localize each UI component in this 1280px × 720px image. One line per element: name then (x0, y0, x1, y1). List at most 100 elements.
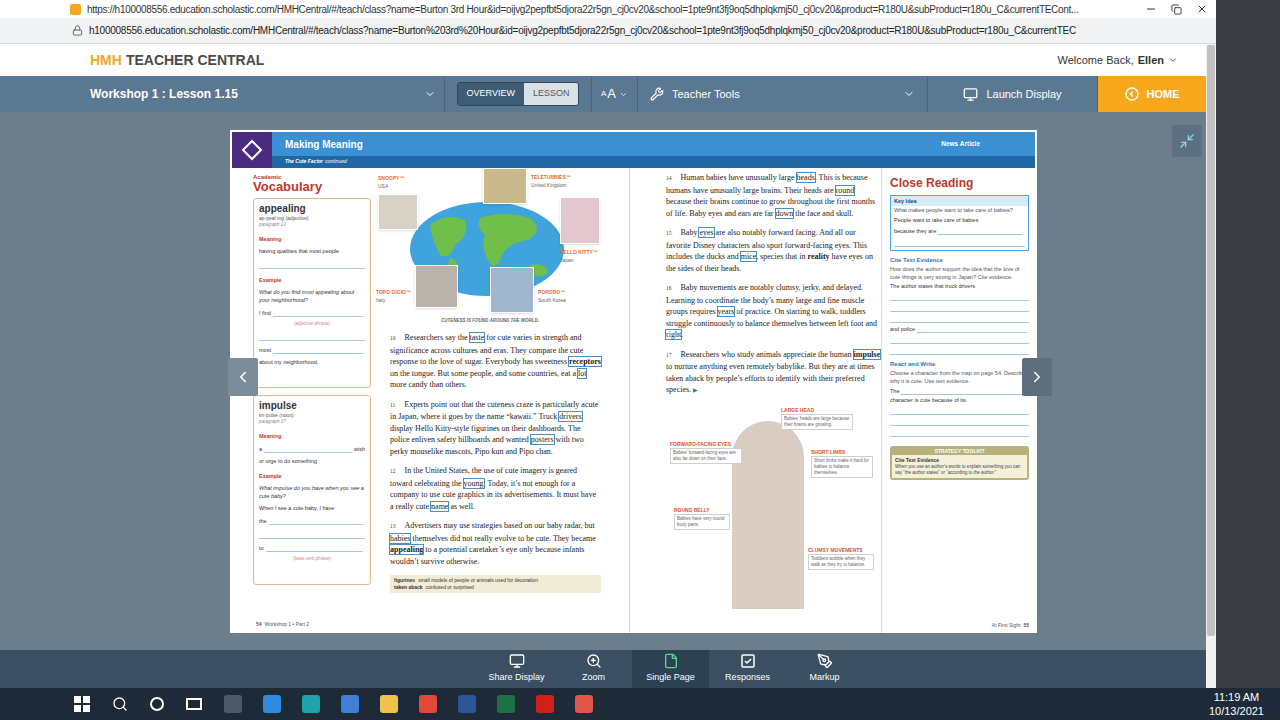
address-bar[interactable]: h100008556.education.scholastic.com/HMHC… (0, 18, 1216, 44)
answer-line[interactable] (890, 405, 1029, 415)
back-circle-icon (1125, 87, 1139, 101)
fill-in-row[interactable]: most (259, 345, 365, 354)
excel-icon[interactable] (497, 695, 515, 713)
annotated-word[interactable]: mice (741, 252, 757, 261)
clock[interactable]: 11:19 AM10/13/2021 (1209, 690, 1264, 718)
toolbar-button[interactable]: Zoom (555, 650, 632, 688)
answer-line[interactable] (890, 291, 1029, 301)
annotated-word[interactable]: heads (797, 173, 815, 182)
text-run: Researchers say the (405, 333, 470, 342)
toolbar-button[interactable]: Single Page (632, 650, 709, 688)
annotated-word[interactable]: young (464, 479, 484, 488)
toolbar-button[interactable]: Share Display (478, 650, 555, 688)
caret-icon (1168, 55, 1178, 65)
view-toggle-option[interactable]: LESSON (524, 83, 579, 105)
home-button[interactable]: HOME (1098, 76, 1206, 112)
character-photo (560, 197, 600, 244)
row-text: People want to take care of babies (894, 216, 1025, 224)
app-icon[interactable] (575, 695, 593, 713)
text-size-button[interactable]: AA (592, 76, 638, 112)
annotated-word[interactable]: drivers (559, 412, 581, 421)
answer-hint: (base verb phrase) (259, 556, 365, 562)
annotated-word[interactable]: posters (531, 435, 554, 444)
browser-icon[interactable] (263, 695, 281, 713)
annotated-word[interactable]: name (431, 502, 448, 511)
annotated-word[interactable]: lot (578, 369, 586, 378)
close-icon[interactable] (1196, 3, 1208, 15)
monitor-icon (963, 87, 978, 102)
article-paragraph: 10Researchers say the taste for cute var… (390, 332, 601, 391)
annotated-word[interactable]: appealing (390, 545, 423, 554)
fill-in-row[interactable]: to (259, 543, 365, 552)
user-menu[interactable]: Welcome Back,Ellen (1057, 52, 1178, 69)
answer-line[interactable] (890, 416, 1029, 426)
annotated-word[interactable]: eyes (699, 228, 713, 237)
acrobat-icon[interactable] (536, 695, 554, 713)
folder-icon[interactable] (380, 695, 398, 713)
restore-icon[interactable] (1171, 4, 1182, 15)
annotated-word[interactable]: receptors (569, 357, 601, 366)
diamond-logo-icon (241, 139, 263, 161)
mail-icon[interactable] (341, 695, 359, 713)
chevron-left-icon (234, 368, 252, 386)
toolbar-button[interactable]: Responses (709, 650, 786, 688)
example-prompt: What do you find most appealing about yo… (259, 288, 365, 304)
fill-in-row[interactable]: and police (890, 324, 1029, 333)
book-spread: Making MeaningNews ArticleThe Cute Facto… (230, 130, 1037, 633)
windows-start-icon[interactable] (74, 696, 90, 712)
cortana-icon[interactable] (150, 697, 164, 711)
text-run: on the tongue. But some people, and some… (390, 369, 578, 378)
store-icon[interactable] (224, 695, 242, 713)
address-text[interactable]: h100008556.education.scholastic.com/HMHC… (89, 23, 1208, 38)
answer-line[interactable] (890, 427, 1029, 437)
fill-in-row[interactable]: because they are (894, 226, 1025, 235)
scrollbar-thumb[interactable] (1207, 45, 1215, 636)
teacher-tools-menu[interactable]: Teacher Tools (638, 76, 928, 112)
character-map: SNOOPY™USATELETUBBIES™United KingdomHELL… (375, 168, 605, 328)
view-toggle-option[interactable]: OVERVIEW (458, 83, 524, 105)
scrollbar[interactable] (1206, 44, 1216, 688)
text-run: more candy than others. (390, 380, 467, 389)
answer-line[interactable] (890, 302, 1029, 312)
annotated-word[interactable]: impulse (854, 350, 881, 359)
lesson-selector[interactable]: Workshop 1 : Lesson 1.15 (0, 76, 445, 112)
answer-line[interactable] (259, 529, 365, 539)
task-view-icon[interactable] (186, 698, 202, 710)
row-text: When I see a cute baby, I have (259, 504, 365, 512)
answer-line[interactable] (890, 334, 1029, 344)
word-icon[interactable] (458, 695, 476, 713)
answer-line[interactable] (890, 313, 1029, 323)
logo[interactable]: HMHTEACHER CENTRAL (90, 50, 264, 71)
collapse-button[interactable] (1172, 125, 1202, 157)
map-pin-label: HELLO KITTY™Japan (560, 248, 598, 264)
fill-in-row[interactable]: the (259, 516, 365, 525)
answer-line[interactable] (259, 331, 365, 341)
annotated-word[interactable]: years (718, 307, 735, 316)
annotated-word[interactable]: down (776, 209, 794, 218)
paragraph-number: 11 (390, 402, 395, 408)
fill-in-row[interactable]: awish (259, 444, 365, 453)
toolbar-button[interactable]: Markup (786, 650, 863, 688)
fill-in-row[interactable]: The (890, 386, 1029, 395)
answer-line[interactable] (894, 237, 1025, 247)
figure-callout: ROUND BELLYBabies have very round body p… (674, 507, 730, 530)
annotated-word[interactable]: taste (470, 333, 485, 342)
wrench-icon (650, 87, 664, 101)
article-paragraph: 17Researchers who study animals apprecia… (666, 349, 881, 397)
annotated-word[interactable]: babies (390, 534, 410, 543)
search-icon[interactable] (112, 696, 128, 712)
previous-page-button[interactable] (228, 358, 258, 396)
question-prompt: How does the author support the idea tha… (890, 265, 1029, 281)
launch-display-button[interactable]: Launch Display (928, 76, 1098, 112)
minimize-icon[interactable] (1145, 3, 1157, 15)
annotated-word[interactable]: round (836, 186, 855, 195)
fill-in-row[interactable]: I find (259, 308, 365, 317)
right-page: 14Human babies have unusually large head… (630, 168, 1037, 633)
caret-icon (903, 88, 915, 100)
edge-icon[interactable] (302, 695, 320, 713)
answer-line[interactable] (259, 259, 365, 269)
next-page-button[interactable] (1022, 358, 1052, 396)
chrome-icon[interactable] (419, 695, 437, 713)
answer-line[interactable] (890, 345, 1029, 355)
annotated-word[interactable]: right (666, 330, 681, 339)
